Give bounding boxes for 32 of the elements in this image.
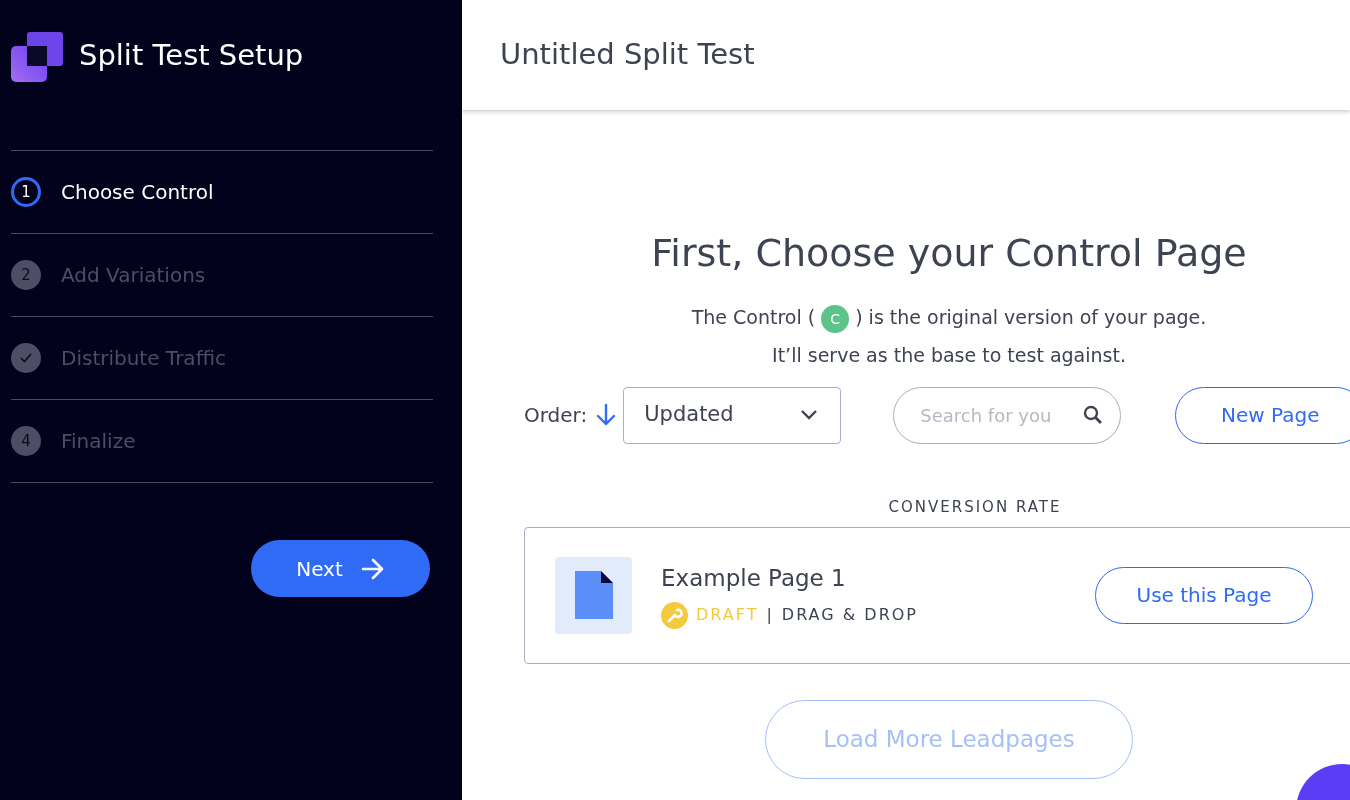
control-badge: C [821, 304, 850, 333]
logo-icon [11, 30, 63, 82]
check-icon [11, 343, 41, 373]
search-field[interactable]: Search for you [893, 386, 1122, 444]
chevron-down-icon [800, 409, 819, 421]
step-item[interactable]: Distribute Traffic [11, 317, 433, 400]
step-item[interactable]: 1 Choose Control [11, 151, 433, 234]
order-label: Order: [524, 402, 588, 429]
document-icon [574, 571, 613, 619]
intro-text: It’ll serve as the base to test against. [771, 343, 1127, 368]
column-header: CONVERSION RATE [887, 497, 1063, 518]
page-name: Example Page 1 [661, 564, 847, 594]
step-item[interactable]: 4 Finalize [11, 400, 433, 483]
arrow-right-icon [360, 557, 385, 580]
separator: | [766, 604, 774, 627]
next-button[interactable]: Next [251, 540, 430, 597]
app-title: Split Test Setup [79, 37, 304, 75]
page-type: DRAG & DROP [781, 604, 918, 627]
intro-text: The Control ( C ) is the original version of your page. [524, 298, 1350, 336]
step-number: 4 [11, 426, 41, 456]
new-page-button[interactable]: New Page [1175, 386, 1350, 444]
page-title: Untitled Split Test [500, 36, 755, 74]
step-item[interactable]: 2 Add Variations [11, 234, 433, 317]
use-page-button[interactable]: Use this Page [1095, 566, 1313, 624]
sort-arrow-icon[interactable] [595, 403, 618, 427]
step-number: 2 [11, 260, 41, 290]
step-number: 1 [11, 177, 41, 207]
order-dropdown[interactable]: Updated [623, 386, 842, 444]
section-heading: First, Choose your Control Page [650, 230, 1248, 277]
search-icon [1083, 404, 1104, 425]
status-label: DRAFT [696, 604, 759, 627]
wrench-icon [661, 601, 688, 629]
